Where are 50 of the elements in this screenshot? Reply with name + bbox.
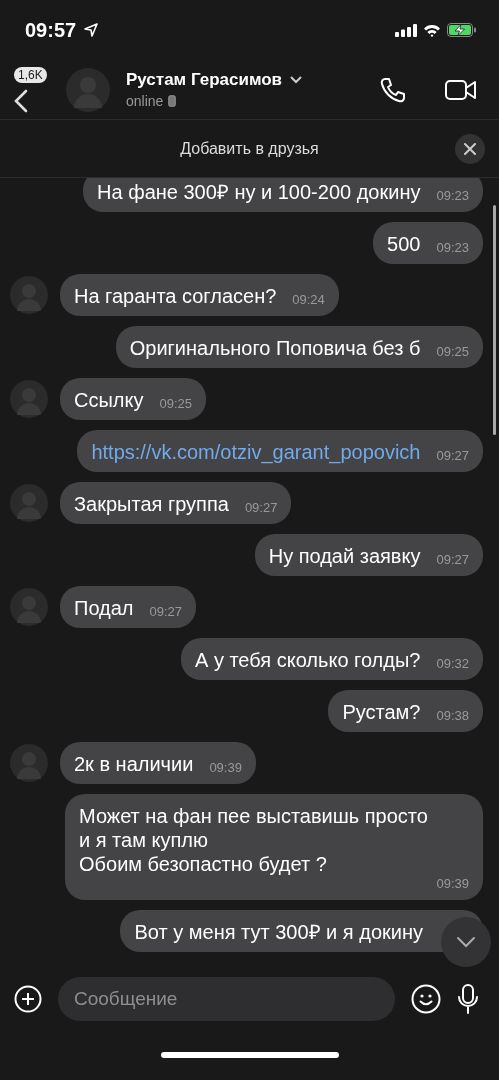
message-text: Подал bbox=[74, 596, 134, 620]
message-text: На гаранта согласен? bbox=[74, 284, 277, 308]
video-call-icon[interactable] bbox=[445, 78, 477, 101]
message-time: 09:23 bbox=[436, 240, 469, 256]
message-text: Рустам? bbox=[342, 700, 421, 724]
message-time: 09:27 bbox=[436, 448, 469, 464]
back-icon[interactable] bbox=[14, 88, 28, 113]
online-status: online bbox=[126, 93, 164, 109]
message-time: 09:38 bbox=[436, 708, 469, 724]
message-time: 09:25 bbox=[159, 396, 192, 412]
message-text: На фане 300₽ ну и 100-200 докину bbox=[97, 180, 421, 204]
add-friend-link[interactable]: Добавить в друзья bbox=[180, 139, 319, 158]
message-time: 09:25 bbox=[436, 344, 469, 360]
message-link[interactable]: https://vk.com/otziv_garant_popovich bbox=[91, 440, 421, 464]
phone-device-icon bbox=[168, 95, 177, 107]
contact-name[interactable]: Рустам Герасимов bbox=[126, 70, 283, 90]
clock-time: 09:57 bbox=[25, 18, 77, 42]
message-text: Вот у меня тут 300₽ и я докину bbox=[134, 920, 423, 944]
message-time: 09:39 bbox=[209, 760, 242, 776]
chevron-down-icon[interactable] bbox=[456, 936, 476, 948]
signal-icon bbox=[395, 23, 417, 37]
add-icon[interactable] bbox=[14, 985, 42, 1013]
message-text: А у тебя сколько голды? bbox=[195, 648, 421, 672]
message-time: 09:27 bbox=[244, 500, 278, 516]
message-time: 09:27 bbox=[436, 552, 469, 568]
location-arrow-icon bbox=[84, 23, 99, 37]
message-time: 09:24 bbox=[292, 292, 325, 308]
message-text: 500 bbox=[387, 232, 421, 256]
message-time: 09:39 bbox=[436, 876, 469, 892]
message-time: 09:23 bbox=[436, 188, 469, 204]
message-time: 09:27 bbox=[149, 604, 183, 620]
wifi-icon bbox=[423, 23, 441, 37]
message-text: Закрытая группа bbox=[74, 492, 229, 516]
message-text: Оригинального Поповича без б bbox=[129, 336, 421, 360]
message-text: 2к в наличии bbox=[74, 752, 194, 776]
chevron-down-icon[interactable] bbox=[290, 76, 303, 84]
call-icon[interactable] bbox=[379, 75, 407, 104]
microphone-icon[interactable] bbox=[457, 984, 479, 1014]
unread-count: 1,6K bbox=[14, 66, 47, 83]
message-text: Может на фан пее выставишь просто и я там куплю Обоим безопастно будет ? bbox=[79, 804, 428, 876]
scroll-down-button[interactable] bbox=[441, 917, 491, 967]
battery-charging-icon bbox=[447, 23, 477, 37]
close-button[interactable] bbox=[455, 134, 485, 164]
message-text: Ссылку bbox=[74, 388, 144, 412]
message-input[interactable]: Сообщение bbox=[58, 977, 395, 1021]
emoji-icon[interactable] bbox=[411, 984, 441, 1014]
back-button[interactable]: 1,6K bbox=[12, 66, 56, 113]
message-time: 09:32 bbox=[436, 656, 469, 672]
message-text: Ну подай заявку bbox=[268, 544, 421, 568]
close-icon[interactable] bbox=[464, 143, 476, 155]
